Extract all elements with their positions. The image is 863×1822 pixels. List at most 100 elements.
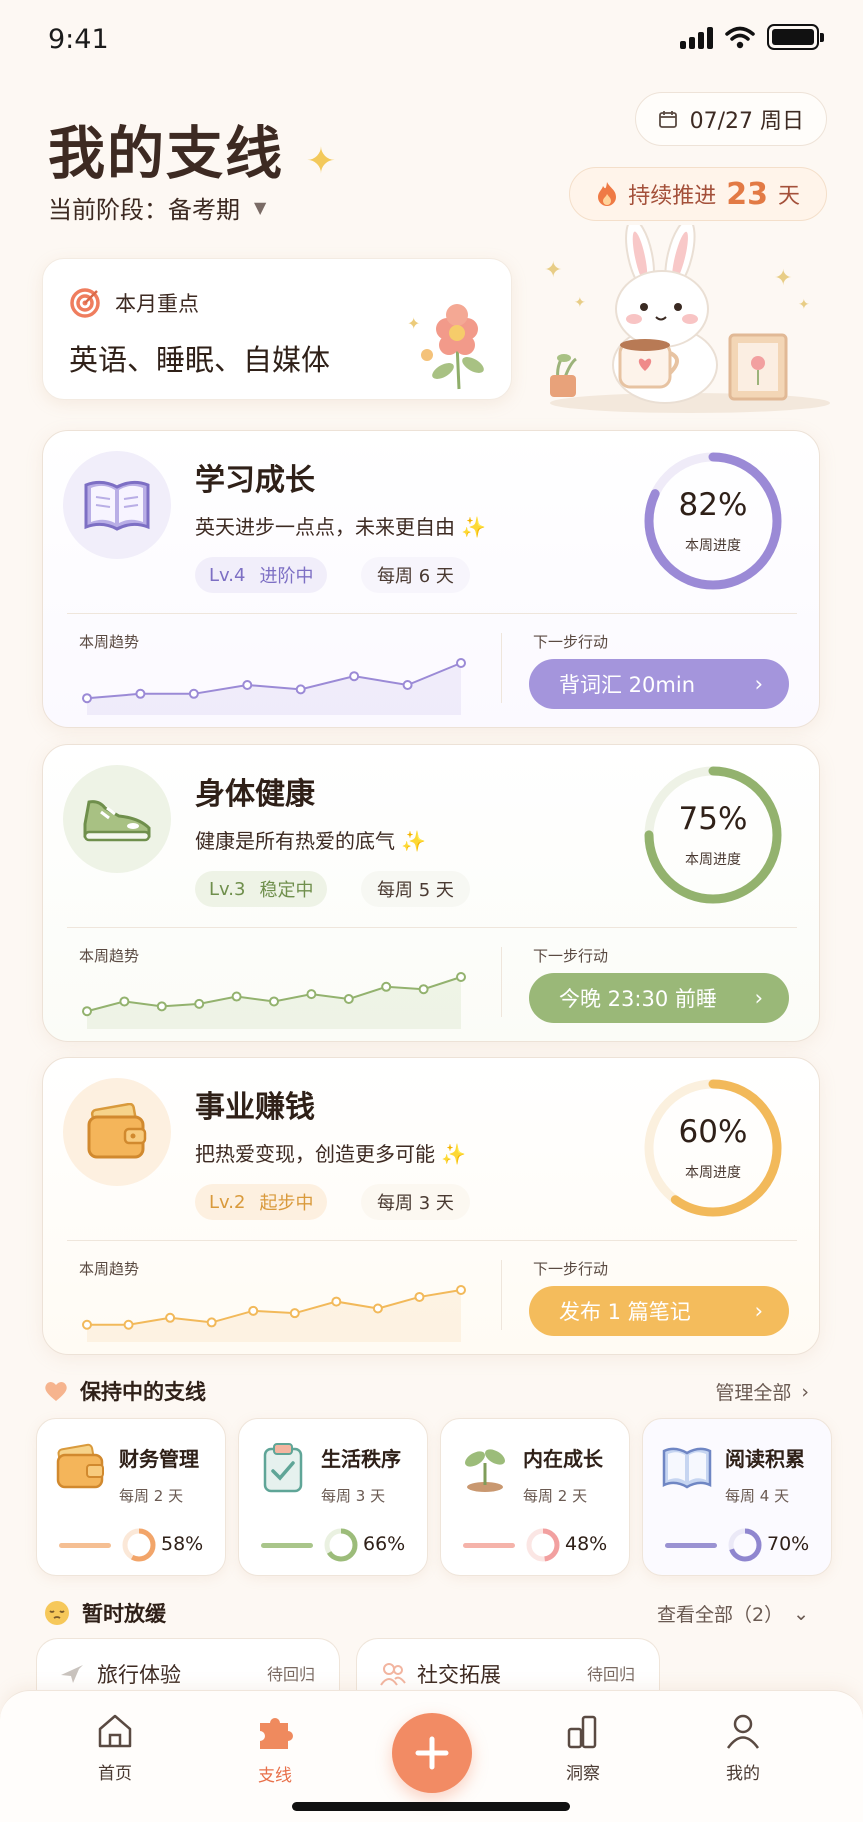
maintain-title: 阅读积累 [725, 1447, 805, 1471]
mini-progress-ring [526, 1528, 560, 1562]
trend-point [372, 1303, 383, 1314]
bar-chart-icon [567, 1715, 597, 1749]
puzzle-icon [260, 1718, 293, 1749]
trend-point [343, 994, 354, 1004]
plus-icon [415, 1736, 449, 1770]
streak-days: 23 [726, 176, 768, 212]
maintain-card-inner[interactable]: 内在成长 每周 2 天 48% [440, 1418, 630, 1576]
progress-bar [261, 1543, 313, 1548]
status-icons [680, 24, 824, 50]
divider [501, 633, 502, 703]
mini-progress-ring [728, 1528, 762, 1562]
next-action-button[interactable]: 今晚 23:30 前睡 › [529, 973, 789, 1023]
trend-point [289, 1308, 300, 1319]
trend-point [456, 658, 466, 668]
trend-point [248, 1305, 259, 1316]
branch-subtitle: 把热爱变现，创造更多可能 ✨ [195, 1142, 467, 1166]
svg-text:✦: ✦ [544, 258, 562, 283]
view-all-paused-link[interactable]: 查看全部（2） ⌄ [657, 1600, 809, 1627]
branch-title: 事业赚钱 [195, 1090, 315, 1125]
next-action-button[interactable]: 发布 1 篇笔记 › [529, 1286, 789, 1336]
wallet-icon [56, 1443, 104, 1489]
trend-point [295, 684, 306, 695]
divider [67, 1240, 797, 1241]
svg-text:✦: ✦ [574, 295, 586, 311]
maintain-percent: 70% [767, 1533, 810, 1555]
flower-icon: ✦ [407, 304, 484, 390]
trend-point [402, 680, 413, 690]
add-button[interactable] [392, 1713, 472, 1793]
trend-sparkline [82, 658, 466, 715]
open-book-icon [662, 1447, 712, 1489]
maintain-card-life[interactable]: 生活秩序 每周 3 天 66% [238, 1418, 428, 1576]
svg-text:✦: ✦ [774, 266, 792, 291]
tab-home[interactable]: 首页 [60, 1711, 170, 1784]
paused-header: 暂时放缓 [44, 1598, 166, 1628]
svg-text:✦: ✦ [798, 297, 810, 313]
status-time: 9:41 [48, 24, 109, 55]
trend-area [87, 1290, 461, 1342]
streak-suffix: 天 [777, 184, 800, 209]
clipboard-check-icon [263, 1443, 303, 1493]
progress-bar [665, 1543, 717, 1548]
frequency-badge: 每周 5 天 [361, 871, 470, 907]
trend-point [119, 996, 130, 1007]
trend-point [194, 998, 205, 1009]
trend-point [135, 688, 146, 699]
signal-icon [680, 25, 713, 49]
maintain-card-reading[interactable]: 阅读积累 每周 4 天 70% [642, 1418, 832, 1576]
progress-label: 本周进度 [685, 852, 741, 868]
tab-profile[interactable]: 我的 [688, 1711, 798, 1784]
level-badge: Lv.4 进阶中 [195, 557, 328, 593]
tab-branches[interactable]: 支线 [220, 1711, 330, 1786]
maintain-card-finance[interactable]: 财务管理 每周 2 天 58% [36, 1418, 226, 1576]
date-pill[interactable]: 07/27 周日 [634, 92, 827, 146]
chevron-down-icon: ▼ [254, 198, 267, 217]
trend-point [188, 688, 199, 699]
branch-subtitle: 健康是所有热爱的底气 ✨ [195, 829, 427, 853]
mini-progress-ring [324, 1528, 358, 1562]
trend-point [269, 996, 279, 1007]
calendar-icon [658, 111, 677, 128]
wallet-icon [63, 1078, 171, 1186]
branch-title: 学习成长 [195, 463, 315, 498]
chevron-right-icon: › [754, 1299, 763, 1323]
stage-value: 备考期 [168, 196, 240, 224]
wifi-icon [725, 26, 755, 49]
maintain-frequency: 每周 3 天 [321, 1487, 386, 1505]
branch-card-health[interactable]: 身体健康 健康是所有热爱的底气 ✨ Lv.3 稳定中 每周 5 天 75% 本周进… [42, 744, 820, 1042]
focus-header: 本月重点 [69, 287, 199, 319]
progress-label: 本周进度 [685, 1165, 741, 1181]
branch-card-career[interactable]: 事业赚钱 把热爱变现，创造更多可能 ✨ Lv.2 起步中 每周 3 天 60% 本… [42, 1057, 820, 1355]
maintain-frequency: 每周 2 天 [119, 1487, 184, 1505]
sparkle-icon: ✨ [441, 1142, 467, 1166]
sneaker-icon [63, 765, 171, 873]
manage-all-link[interactable]: 管理全部 › [715, 1378, 809, 1405]
stage-label: 当前阶段： [48, 196, 168, 224]
maintain-title: 生活秩序 [321, 1447, 401, 1471]
monthly-focus-card[interactable]: 本月重点 英语、睡眠、自媒体 ✦ [42, 258, 512, 400]
stage-selector[interactable]: 当前阶段：备考期 ▼ [48, 190, 266, 225]
tab-insights[interactable]: 洞察 [528, 1711, 638, 1784]
flame-icon [598, 182, 617, 206]
book-icon [63, 451, 171, 559]
divider [501, 947, 502, 1017]
frequency-badge: 每周 3 天 [361, 1184, 470, 1220]
maintain-frequency: 每周 4 天 [725, 1487, 790, 1505]
progress-percent: 60% [678, 1114, 748, 1150]
trend-point [414, 1291, 425, 1302]
branch-title: 身体健康 [195, 777, 315, 812]
trend-point [123, 1319, 134, 1330]
branch-card-study[interactable]: 学习成长 英天进步一点点，未来更自由 ✨ Lv.4 进阶中 每周 6 天 82% … [42, 430, 820, 728]
level-badge: Lv.3 稳定中 [195, 871, 328, 907]
chevron-right-icon: › [754, 986, 763, 1010]
focus-label: 本月重点 [115, 292, 199, 316]
sprout-icon [465, 1449, 505, 1492]
paused-name: 旅行体验 [97, 1663, 181, 1687]
bunny-illustration: ✦ ✦ ✦ ✦ [544, 225, 830, 413]
trend-point [418, 984, 429, 995]
trend-point [231, 991, 242, 1002]
progress-percent: 75% [678, 801, 748, 837]
next-action-button[interactable]: 背词汇 20min › [529, 659, 789, 709]
maintain-percent: 48% [565, 1533, 608, 1555]
